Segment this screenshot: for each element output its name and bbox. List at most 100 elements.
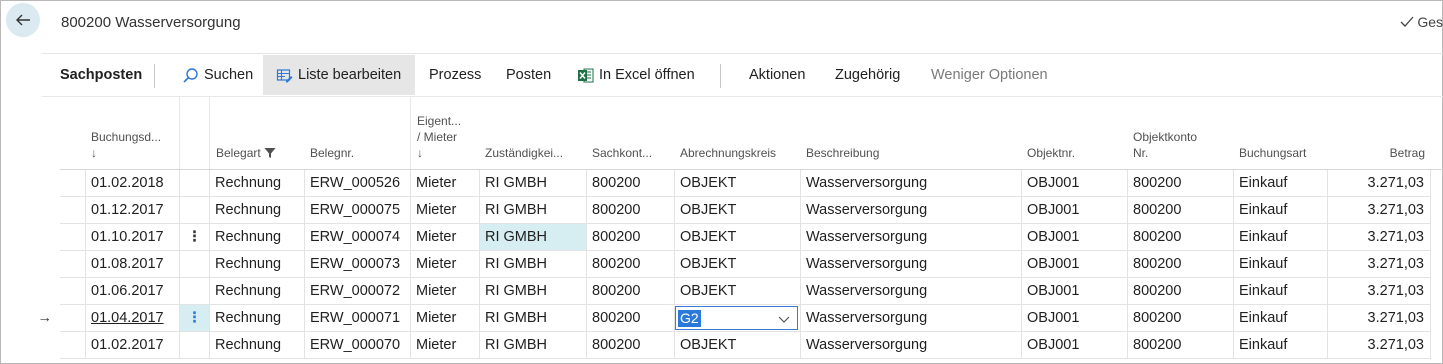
- tab-sachposten[interactable]: Sachposten: [60, 55, 142, 95]
- cell-eigentuemer-mieter[interactable]: Mieter: [411, 197, 480, 224]
- menu-aktionen[interactable]: Aktionen: [749, 55, 805, 95]
- col-buchungsart[interactable]: Buchungsart: [1239, 145, 1306, 161]
- cell-objektkonto[interactable]: 800200: [1128, 224, 1234, 251]
- cell-zustaendigkeit[interactable]: RI GMBH: [480, 278, 587, 305]
- table-row[interactable]: 01.10.2017 ⋮ Rechnung ERW_000074 Mieter …: [60, 224, 1443, 251]
- cell-buchungsart[interactable]: Einkauf: [1234, 224, 1328, 251]
- cell-abrechnungskreis[interactable]: OBJEKT: [675, 170, 801, 197]
- col-objektkonto[interactable]: Objektkonto Nr.: [1133, 129, 1197, 161]
- cell-objektnr[interactable]: OBJ001: [1022, 197, 1128, 224]
- cell-objektkonto[interactable]: 800200: [1128, 278, 1234, 305]
- cell-beschreibung[interactable]: Wasserversorgung: [801, 305, 1022, 332]
- cell-buchungsdatum[interactable]: 01.04.2017: [86, 305, 180, 332]
- cell-objektnr[interactable]: OBJ001: [1022, 170, 1128, 197]
- cell-abrechnungskreis[interactable]: G2: [675, 305, 801, 332]
- table-row[interactable]: 01.06.2017 Rechnung ERW_000072 Mieter RI…: [60, 278, 1443, 305]
- menu-posten[interactable]: Posten: [506, 55, 551, 95]
- cell-sachkonto[interactable]: 800200: [587, 251, 675, 278]
- open-in-excel-button[interactable]: In Excel öffnen: [577, 55, 695, 95]
- col-eigentuemer-mieter[interactable]: Eigent... / Mieter ↓: [417, 113, 461, 161]
- cell-sachkonto[interactable]: 800200: [587, 197, 675, 224]
- cell-betrag[interactable]: 3.271,03: [1328, 170, 1431, 197]
- row-selector[interactable]: [60, 251, 86, 278]
- cell-beschreibung[interactable]: Wasserversorgung: [801, 278, 1022, 305]
- cell-eigentuemer-mieter[interactable]: Mieter: [411, 278, 480, 305]
- cell-sachkonto[interactable]: 800200: [587, 170, 675, 197]
- row-actions-cell[interactable]: [180, 197, 210, 224]
- col-buchungsdatum[interactable]: Buchungsd... ↓: [91, 129, 161, 161]
- cell-zustaendigkeit[interactable]: RI GMBH: [480, 332, 587, 359]
- cell-beschreibung[interactable]: Wasserversorgung: [801, 224, 1022, 251]
- col-objektnr[interactable]: Objektnr.: [1027, 145, 1075, 161]
- cell-beschreibung[interactable]: Wasserversorgung: [801, 251, 1022, 278]
- edit-list-button[interactable]: Liste bearbeiten: [263, 55, 415, 95]
- cell-objektnr[interactable]: OBJ001: [1022, 305, 1128, 332]
- cell-buchungsart[interactable]: Einkauf: [1234, 170, 1328, 197]
- cell-zustaendigkeit[interactable]: RI GMBH: [480, 305, 587, 332]
- col-belegnr[interactable]: Belegnr.: [310, 145, 354, 161]
- col-abrechnungskreis[interactable]: Abrechnungskreis: [680, 145, 776, 161]
- cell-zustaendigkeit[interactable]: RI GMBH: [480, 224, 587, 251]
- row-actions-cell[interactable]: [180, 251, 210, 278]
- cell-abrechnungskreis[interactable]: OBJEKT: [675, 278, 801, 305]
- cell-belegart[interactable]: Rechnung: [210, 332, 305, 359]
- cell-belegart[interactable]: Rechnung: [210, 224, 305, 251]
- col-beschreibung[interactable]: Beschreibung: [806, 145, 879, 161]
- col-belegart[interactable]: Belegart: [216, 145, 276, 161]
- cell-buchungsdatum[interactable]: 01.02.2018: [86, 170, 180, 197]
- cell-buchungsart[interactable]: Einkauf: [1234, 332, 1328, 359]
- cell-objektnr[interactable]: OBJ001: [1022, 278, 1128, 305]
- cell-sachkonto[interactable]: 800200: [587, 305, 675, 332]
- cell-belegnr[interactable]: ERW_000072: [305, 278, 411, 305]
- fewer-options-button[interactable]: Weniger Optionen: [931, 55, 1048, 95]
- cell-zustaendigkeit[interactable]: RI GMBH: [480, 197, 587, 224]
- row-actions-button[interactable]: ⋮: [180, 224, 210, 251]
- cell-abrechnungskreis[interactable]: OBJEKT: [675, 224, 801, 251]
- cell-buchungsdatum[interactable]: 01.08.2017: [86, 251, 180, 278]
- cell-zustaendigkeit[interactable]: RI GMBH: [480, 251, 587, 278]
- cell-belegnr[interactable]: ERW_000075: [305, 197, 411, 224]
- cell-belegnr[interactable]: ERW_000070: [305, 332, 411, 359]
- menu-prozess[interactable]: Prozess: [429, 55, 481, 95]
- cell-buchungsart[interactable]: Einkauf: [1234, 278, 1328, 305]
- cell-sachkonto[interactable]: 800200: [587, 278, 675, 305]
- cell-belegart[interactable]: Rechnung: [210, 305, 305, 332]
- cell-eigentuemer-mieter[interactable]: Mieter: [411, 251, 480, 278]
- cell-objektkonto[interactable]: 800200: [1128, 332, 1234, 359]
- cell-abrechnungskreis[interactable]: OBJEKT: [675, 197, 801, 224]
- cell-sachkonto[interactable]: 800200: [587, 332, 675, 359]
- cell-betrag[interactable]: 3.271,03: [1328, 305, 1431, 332]
- row-selector[interactable]: [60, 332, 86, 359]
- cell-zustaendigkeit[interactable]: RI GMBH: [480, 170, 587, 197]
- table-row[interactable]: 01.02.2018 Rechnung ERW_000526 Mieter RI…: [60, 170, 1443, 197]
- row-selector[interactable]: [60, 197, 86, 224]
- cell-eigentuemer-mieter[interactable]: Mieter: [411, 332, 480, 359]
- table-row-current[interactable]: → 01.04.2017 ⋮ Rechnung ERW_000071 Miete…: [38, 305, 1443, 332]
- cell-buchungsdatum[interactable]: 01.12.2017: [86, 197, 180, 224]
- cell-belegart[interactable]: Rechnung: [210, 278, 305, 305]
- row-actions-button[interactable]: ⋮: [180, 305, 210, 332]
- cell-objektnr[interactable]: OBJ001: [1022, 332, 1128, 359]
- row-selector[interactable]: [60, 170, 86, 197]
- cell-betrag[interactable]: 3.271,03: [1328, 278, 1431, 305]
- col-sachkonto[interactable]: Sachkont...: [592, 145, 652, 161]
- cell-buchungsdatum[interactable]: 01.06.2017: [86, 278, 180, 305]
- cell-betrag[interactable]: 3.271,03: [1328, 332, 1431, 359]
- cell-betrag[interactable]: 3.271,03: [1328, 251, 1431, 278]
- cell-objektkonto[interactable]: 800200: [1128, 305, 1234, 332]
- row-actions-cell[interactable]: [180, 170, 210, 197]
- cell-objektkonto[interactable]: 800200: [1128, 197, 1234, 224]
- cell-eigentuemer-mieter[interactable]: Mieter: [411, 305, 480, 332]
- row-selector[interactable]: [60, 278, 86, 305]
- menu-zugehoerig[interactable]: Zugehörig: [835, 55, 900, 95]
- cell-betrag[interactable]: 3.271,03: [1328, 224, 1431, 251]
- cell-sachkonto[interactable]: 800200: [587, 224, 675, 251]
- col-betrag[interactable]: Betrag: [1328, 145, 1425, 161]
- cell-eigentuemer-mieter[interactable]: Mieter: [411, 170, 480, 197]
- cell-belegnr[interactable]: ERW_000526: [305, 170, 411, 197]
- cell-belegnr[interactable]: ERW_000074: [305, 224, 411, 251]
- row-selector[interactable]: [60, 224, 86, 251]
- cell-objektnr[interactable]: OBJ001: [1022, 251, 1128, 278]
- cell-abrechnungskreis[interactable]: OBJEKT: [675, 332, 801, 359]
- cell-objektkonto[interactable]: 800200: [1128, 251, 1234, 278]
